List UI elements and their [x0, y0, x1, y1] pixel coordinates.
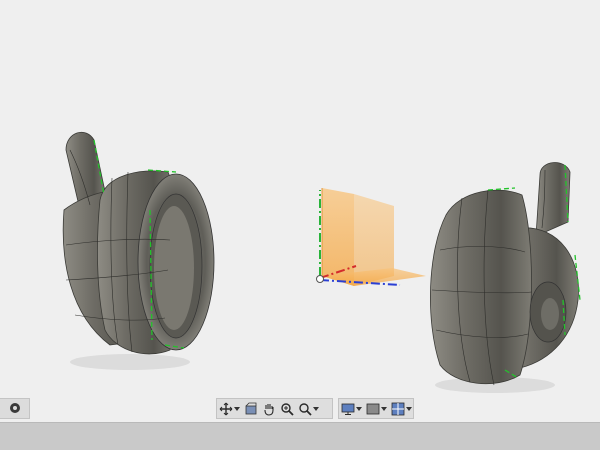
- chevron-down-icon: [234, 406, 240, 411]
- display-settings-icon: [341, 403, 355, 415]
- 3d-viewport[interactable]: [0, 0, 600, 422]
- browser-toggle-button[interactable]: [0, 398, 30, 419]
- grid-button[interactable]: [389, 399, 414, 418]
- left-model[interactable]: [62, 131, 215, 370]
- look-at-icon: [245, 402, 257, 414]
- right-model[interactable]: [430, 162, 581, 393]
- orbit-button[interactable]: [217, 399, 242, 418]
- orbit-icon: [219, 402, 233, 415]
- pan-icon: [264, 403, 274, 416]
- pan-button[interactable]: [260, 399, 278, 418]
- display-toolbar: [338, 398, 414, 419]
- origin-point: [316, 275, 324, 283]
- zoom-icon: [281, 402, 294, 416]
- zoom-button[interactable]: [278, 399, 296, 418]
- settings-icon: [10, 403, 20, 413]
- grid-icon: [391, 402, 405, 415]
- visual-style-icon: [366, 403, 380, 414]
- display-settings-button[interactable]: [339, 399, 364, 418]
- navigation-toolbar: [216, 398, 333, 419]
- status-bar: [0, 422, 600, 450]
- chevron-down-icon: [356, 406, 362, 411]
- zoom-window-button[interactable]: [296, 399, 321, 418]
- zoom-window-icon: [299, 402, 312, 416]
- chevron-down-icon: [381, 406, 387, 411]
- chevron-down-icon: [313, 406, 319, 411]
- visual-style-button[interactable]: [364, 399, 389, 418]
- origin-planes: [316, 188, 426, 286]
- chevron-down-icon: [406, 406, 412, 411]
- look-at-button[interactable]: [242, 399, 260, 418]
- scene: [62, 131, 581, 393]
